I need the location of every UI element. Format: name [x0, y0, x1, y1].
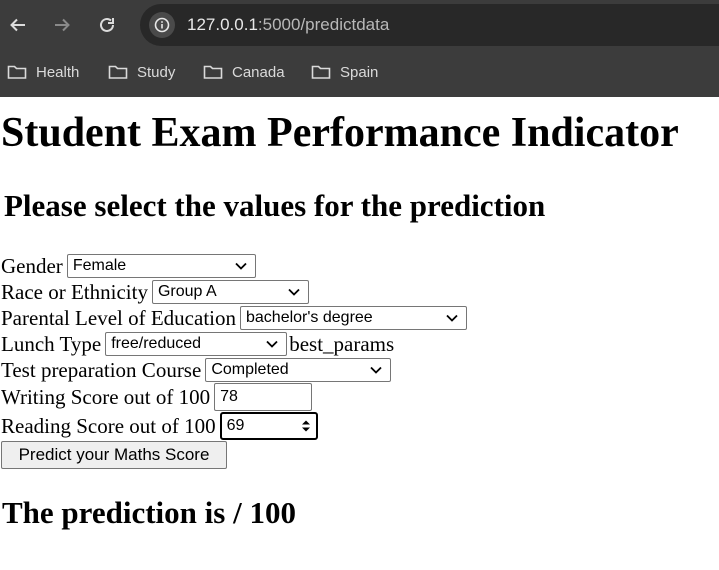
writing-score-label: Writing Score out of 100: [1, 385, 211, 409]
folder-icon: [7, 65, 27, 79]
bookmark-spain[interactable]: Spain: [311, 62, 378, 82]
test-prep-row: Test preparation Course Completed: [1, 357, 392, 383]
page-content: Student Exam Performance Indicator Pleas…: [0, 97, 719, 570]
lunch-value: free/reduced: [111, 335, 202, 352]
forward-button[interactable]: [48, 11, 76, 39]
reload-icon: [100, 17, 114, 32]
lunch-label: Lunch Type: [1, 332, 102, 356]
url-host: 127.0.0.1: [187, 15, 258, 34]
writing-score-value: 78: [220, 388, 238, 405]
chevron-down-icon: [370, 366, 382, 374]
folder-icon: [203, 65, 223, 79]
parental-education-select[interactable]: bachelor's degree: [240, 306, 467, 330]
lunch-trailing-text: best_params: [289, 331, 395, 356]
chevron-down-icon: [288, 288, 300, 296]
bookmark-label: Spain: [340, 63, 379, 81]
race-label: Race or Ethnicity: [1, 280, 148, 304]
reading-score-label: Reading Score out of 100: [1, 414, 216, 438]
reading-score-input[interactable]: 69: [219, 412, 318, 440]
race-value: Group A: [157, 283, 217, 300]
lunch-select[interactable]: free/reduced: [105, 332, 288, 356]
chevron-down-icon: [235, 262, 247, 270]
bookmark-health[interactable]: Health: [7, 62, 79, 82]
race-row: Race or Ethnicity Group A: [1, 279, 309, 305]
back-button[interactable]: [4, 11, 32, 39]
reload-button[interactable]: [93, 11, 121, 39]
folder-icon: [108, 65, 128, 79]
writing-score-row: Writing Score out of 100 78: [1, 382, 313, 412]
bookmark-canada[interactable]: Canada: [203, 62, 285, 82]
bookmark-study[interactable]: Study: [108, 62, 175, 82]
url-path: :5000/predictdata: [257, 15, 390, 34]
page-title: Student Exam Performance Indicator: [1, 110, 679, 156]
predict-button[interactable]: Predict your Maths Score: [1, 441, 227, 469]
folder-icon: [311, 65, 331, 79]
number-stepper[interactable]: [301, 419, 311, 433]
gender-select[interactable]: Female: [66, 254, 256, 278]
gender-value: Female: [72, 257, 127, 274]
url-text[interactable]: 127.0.0.1:5000/predictdata: [187, 14, 389, 36]
site-info-icon[interactable]: [149, 12, 175, 38]
page-subtitle: Please select the values for the predict…: [4, 188, 546, 223]
parental-education-row: Parental Level of Education bachelor's d…: [1, 305, 467, 331]
bookmark-label: Study: [137, 63, 176, 81]
writing-score-input[interactable]: 78: [214, 383, 313, 411]
chevron-down-icon: [446, 314, 458, 322]
test-prep-value: Completed: [211, 361, 289, 378]
reading-score-value: 69: [226, 417, 245, 434]
gender-label: Gender: [1, 254, 63, 278]
test-prep-label: Test preparation Course: [1, 358, 202, 382]
parental-education-value: bachelor's degree: [246, 309, 373, 326]
parental-education-label: Parental Level of Education: [1, 306, 236, 330]
arrow-right-icon: [55, 18, 70, 32]
test-prep-select[interactable]: Completed: [205, 358, 392, 382]
browser-chrome: 127.0.0.1:5000/predictdata Health Study …: [0, 0, 719, 97]
chevron-down-icon: [266, 340, 278, 348]
race-select[interactable]: Group A: [151, 280, 309, 304]
arrow-left-icon: [10, 18, 25, 32]
lunch-row: Lunch Type free/reduced best_params: [1, 331, 394, 357]
bookmark-label: Canada: [232, 63, 285, 81]
reading-score-row: Reading Score out of 100 69: [1, 411, 318, 441]
bookmark-label: Health: [36, 63, 80, 81]
stepper-arrows-icon: [301, 420, 310, 432]
gender-row: Gender Female: [1, 253, 256, 279]
prediction-result: The prediction is / 100: [2, 495, 296, 530]
